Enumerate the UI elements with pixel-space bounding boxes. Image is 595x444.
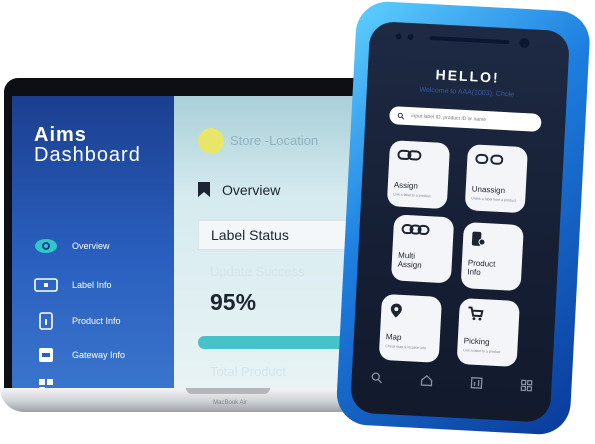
tile-unassign[interactable]: Unassign Unlink a label from a product bbox=[465, 144, 528, 213]
store-indicator bbox=[198, 128, 224, 154]
home-icon[interactable] bbox=[420, 374, 433, 387]
tile-sub: Unlink a label from a product bbox=[471, 196, 516, 202]
store-location[interactable]: Store -Location bbox=[230, 133, 318, 148]
tile-multi-assign[interactable]: Multi Assign bbox=[391, 214, 454, 283]
camera-dot bbox=[407, 34, 413, 40]
bottom-tab-bar bbox=[351, 364, 552, 398]
search-input[interactable] bbox=[409, 112, 541, 127]
tile-label: Unassign bbox=[472, 184, 506, 195]
sidebar-item-product-info[interactable]: Product Info bbox=[34, 309, 121, 333]
multi-link-icon bbox=[401, 223, 430, 236]
tile-label: Assign bbox=[394, 180, 418, 190]
search-icon bbox=[397, 112, 404, 119]
tile-sub: Check map & location info bbox=[385, 344, 426, 350]
label-icon bbox=[34, 276, 58, 294]
tile-sub: Link a label to a product bbox=[463, 348, 500, 354]
bookmark-icon bbox=[198, 182, 210, 197]
tile-picking[interactable]: Picking Link a label to a product bbox=[457, 298, 520, 367]
map-pin-icon bbox=[389, 302, 404, 319]
link-icon bbox=[397, 148, 422, 161]
grid-icon[interactable] bbox=[520, 379, 533, 392]
phone-mockup: HELLO! Welcome to AAA(1003), Chole Assig… bbox=[335, 0, 591, 444]
chart-icon[interactable] bbox=[470, 377, 483, 390]
sidebar-item-gateway-info[interactable]: Gateway Info bbox=[34, 343, 125, 367]
total-product-label: Total Product bbox=[210, 364, 286, 379]
update-progress-fill bbox=[198, 336, 350, 349]
speaker-grille bbox=[429, 36, 509, 44]
cart-icon bbox=[467, 306, 484, 321]
tile-label: Map bbox=[386, 332, 402, 342]
update-success-value: 95% bbox=[210, 289, 256, 316]
update-progress-bar bbox=[198, 336, 358, 349]
brand-subtitle: Dashboard bbox=[34, 144, 141, 167]
sidebar-item-overview[interactable]: Overview bbox=[34, 234, 110, 258]
unlink-icon bbox=[475, 153, 504, 166]
tile-assign[interactable]: Assign Link a label to a product bbox=[387, 140, 450, 209]
tile-sub: Link a label to a product bbox=[393, 192, 430, 198]
search-icon[interactable] bbox=[370, 371, 383, 384]
sidebar-item-label: Overview bbox=[72, 241, 110, 251]
product-info-icon bbox=[471, 230, 486, 247]
update-success-label: Update Success bbox=[210, 264, 305, 279]
sidebar-item-label: Product Info bbox=[72, 316, 121, 326]
sidebar-item-label-info[interactable]: Label Info bbox=[34, 273, 112, 297]
sidebar: Aims Dashboard Overview Label Info Produ… bbox=[12, 96, 174, 390]
sidebar-item-label: Gateway Info bbox=[72, 350, 125, 360]
product-icon bbox=[34, 312, 58, 330]
gateway-icon bbox=[34, 346, 58, 364]
tile-map[interactable]: Map Check map & location info bbox=[379, 294, 442, 363]
camera-dot bbox=[395, 33, 401, 39]
eye-icon bbox=[34, 237, 58, 255]
tile-product-info[interactable]: Product Info bbox=[461, 222, 524, 291]
laptop-notch bbox=[186, 388, 270, 394]
front-camera bbox=[519, 38, 530, 49]
tile-label: Product Info bbox=[467, 258, 495, 277]
overview-title: Overview bbox=[222, 182, 280, 198]
sidebar-item-label: Label Info bbox=[72, 280, 112, 290]
tile-label: Multi Assign bbox=[397, 251, 422, 270]
phone-screen: HELLO! Welcome to AAA(1003), Chole Assig… bbox=[350, 21, 570, 423]
search-bar[interactable] bbox=[389, 106, 542, 132]
tile-label: Picking bbox=[464, 336, 490, 346]
